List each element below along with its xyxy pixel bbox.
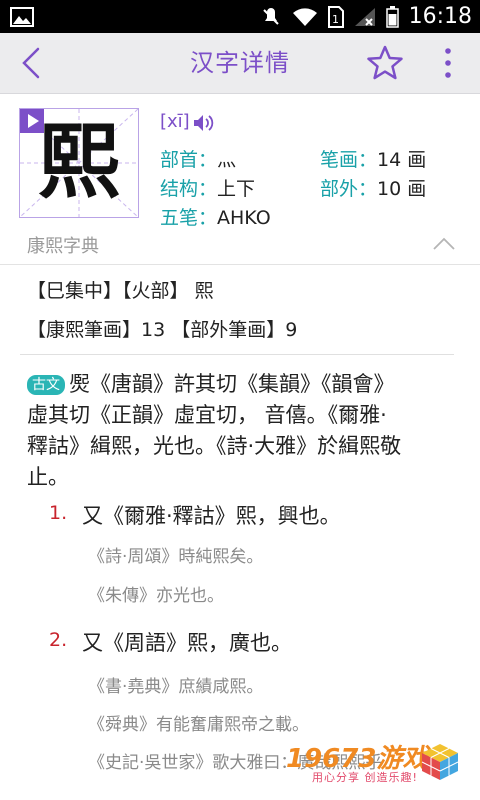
definition-text: 又《爾雅·釋詁》熙，興也。	[82, 504, 341, 528]
chevron-up-icon[interactable]	[432, 236, 456, 252]
radical-value: 灬	[217, 149, 237, 171]
example-line: 《詩·周頌》時純熙矣。	[88, 547, 264, 567]
wubi-label: 五笔：	[160, 207, 218, 229]
paragraph-line: 虛其切《正韻》虛宜切， 音僖。《爾雅·	[27, 403, 387, 427]
image-icon	[10, 7, 34, 27]
definition-number: 1.	[49, 502, 68, 524]
definition-number: 2.	[49, 629, 68, 651]
play-stroke-button[interactable]	[20, 109, 44, 133]
section-title: 康熙字典	[27, 236, 99, 257]
structure-value: 上下	[217, 178, 256, 200]
svg-text:1: 1	[332, 13, 339, 26]
structure-row: 结构：上下	[160, 174, 255, 201]
example-line: 《朱傳》亦光也。	[88, 586, 224, 606]
pinyin: [xī]	[160, 111, 190, 132]
stroke-count-row: 笔画：14 画	[320, 145, 426, 172]
more-vert-icon[interactable]	[438, 45, 458, 81]
speaker-icon[interactable]	[193, 113, 217, 133]
kangxi-content: 【巳集中】【火部】 熙 【康熙筆画】13 【部外筆画】9 古文 㷩《唐韻》許其切《…	[0, 264, 480, 800]
definition-text: 又《周語》熙，廣也。	[82, 631, 292, 655]
app-bar: 汉字详情	[0, 33, 480, 94]
stroke-count-value: 14 画	[377, 149, 427, 171]
status-bar: 1 16:18	[0, 0, 480, 33]
example-line: 《舜典》有能奮庸熙帝之載。	[88, 715, 309, 735]
page-title: 汉字详情	[190, 49, 290, 77]
battery-icon	[385, 5, 399, 28]
paragraph-text: 㷩《唐韻》許其切《集韻》《韻會》	[69, 372, 395, 396]
wubi-row: 五笔：AHKO	[160, 203, 271, 230]
kangxi-section-header[interactable]: 康熙字典	[0, 228, 480, 265]
cube-logo-icon	[421, 744, 459, 780]
outer-strokes-row: 部外：10 画	[320, 174, 426, 201]
stroke-count-label: 笔画：	[320, 149, 378, 171]
paragraph-line: 古文 㷩《唐韻》許其切《集韻》《韻會》	[27, 368, 395, 398]
outer-strokes-value: 10 画	[377, 178, 427, 200]
outer-strokes-label: 部外：	[320, 178, 378, 200]
paragraph-line: 釋詁》緝熙，光也。《詩·大雅》於緝熙敬	[27, 434, 402, 458]
kangxi-index-line: 【巳集中】【火部】 熙	[27, 280, 214, 302]
watermark-slogan: 用心分享 创造乐趣!	[312, 771, 418, 784]
signal-icon	[354, 7, 375, 26]
example-line: 《書·堯典》庶績咸熙。	[88, 677, 264, 697]
kangxi-stroke-line: 【康熙筆画】13 【部外筆画】9	[27, 319, 298, 341]
watermark-logo: 19673游戏 用心分享 创造乐趣!	[286, 738, 462, 792]
radical-label: 部首：	[160, 149, 218, 171]
paragraph-line: 止。	[27, 465, 69, 489]
clock: 16:18	[408, 4, 472, 29]
mute-icon	[262, 7, 279, 25]
guwen-badge: 古文	[27, 375, 65, 395]
structure-label: 结构：	[160, 178, 218, 200]
play-icon	[28, 114, 39, 128]
character-grid: 熙	[19, 108, 139, 218]
radical-row: 部首：灬	[160, 145, 236, 172]
wubi-value: AHKO	[217, 207, 271, 229]
star-icon[interactable]	[366, 44, 404, 82]
sim-icon: 1	[327, 5, 344, 28]
wifi-icon	[292, 7, 317, 26]
divider	[20, 354, 454, 355]
